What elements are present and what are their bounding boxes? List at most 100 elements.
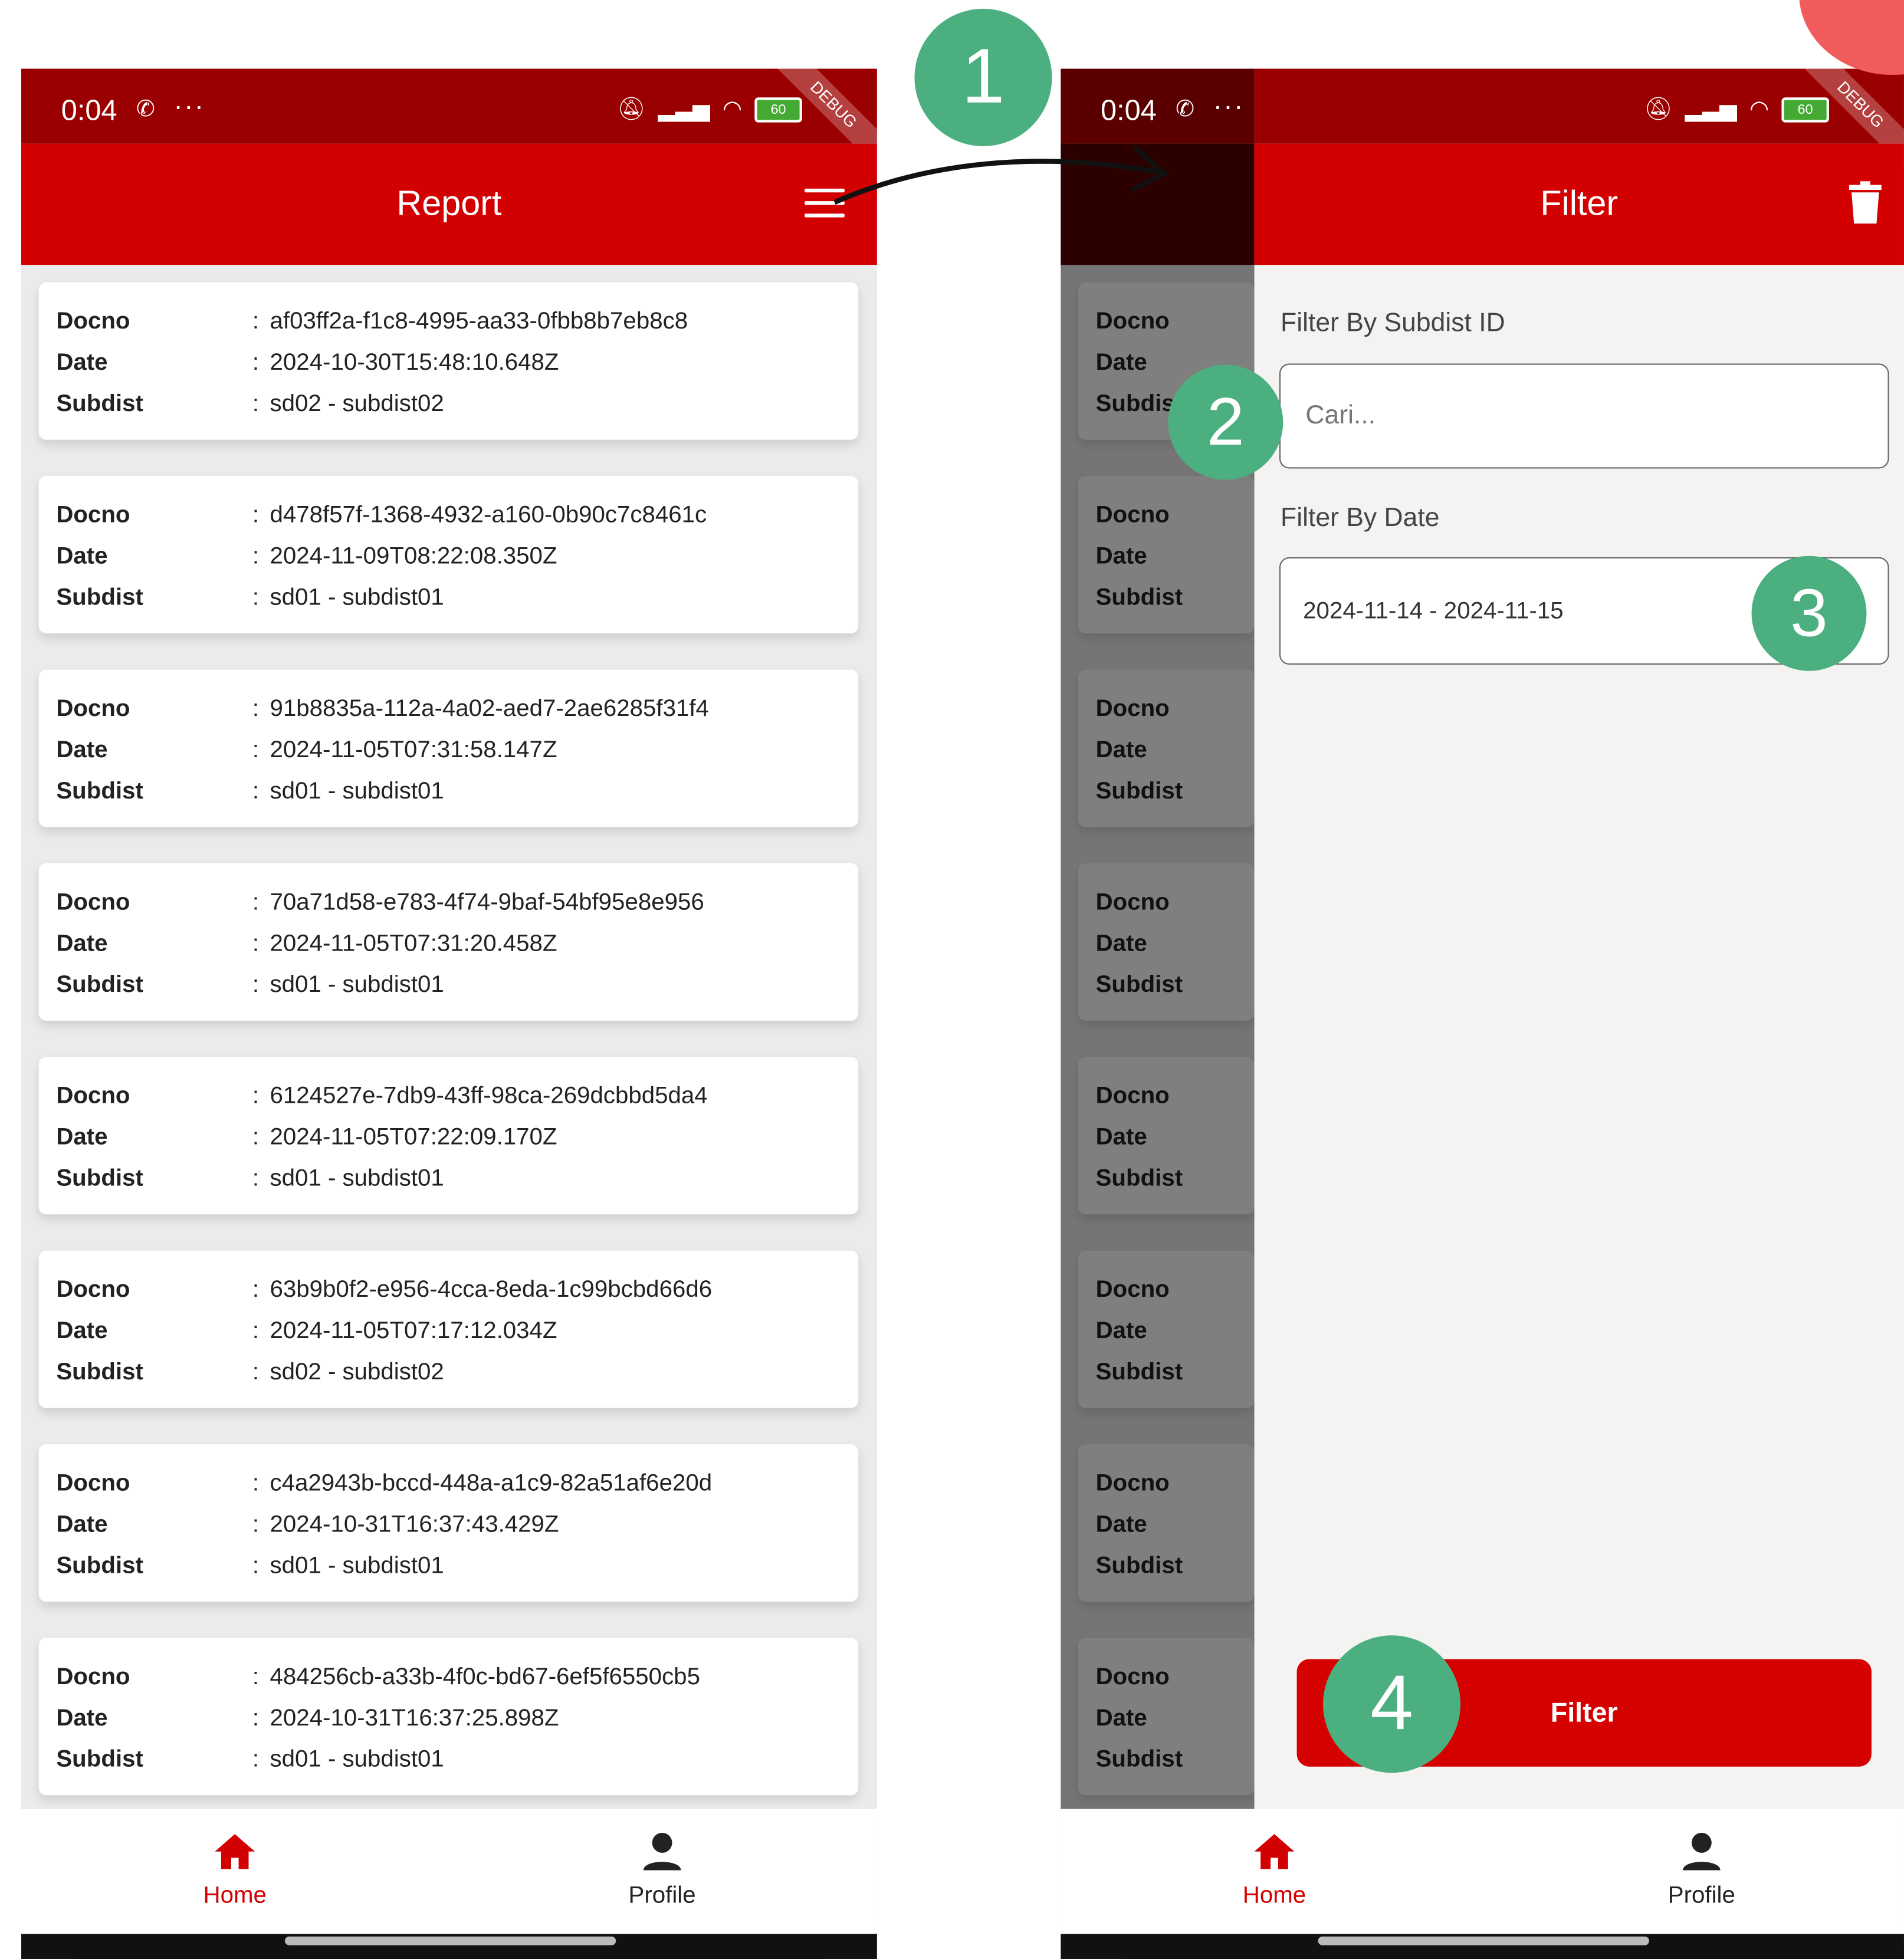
trash-icon[interactable]: [1849, 181, 1882, 224]
field-value: 2024-10-31T16:37:43.429Z: [270, 1511, 559, 1538]
filter-drawer: 🔕︎ ▂▃▅ ◠ 60 DEBUG Filter Filter By Subdi…: [1254, 68, 1904, 1809]
field-value: sd01 - subdist01: [270, 1165, 444, 1192]
field-separator: :: [252, 1318, 260, 1345]
field-value: 91b8835a-112a-4a02-aed7-2ae6285f31f4: [270, 696, 709, 722]
field-label: Docno: [56, 696, 130, 722]
field-value: sd02 - subdist02: [270, 391, 444, 418]
field-label: Subdist: [56, 584, 143, 611]
field-value: 2024-11-05T07:31:20.458Z: [270, 931, 557, 957]
field-separator: :: [252, 696, 260, 722]
mute-icon: 🔕︎: [1644, 96, 1673, 121]
wifi-icon: ◠: [722, 96, 743, 121]
field-value: sd02 - subdist02: [270, 1359, 444, 1386]
field-label: Docno: [56, 308, 130, 335]
report-card[interactable]: Docno: d478f57f-1368-4932-a160-0b90c7c846…: [38, 476, 859, 634]
report-card[interactable]: Docno:6124527e-7db9-43ff-98ca-269dcbbd5d…: [38, 1057, 859, 1215]
field-label: Subdist: [56, 778, 143, 805]
field-label: Date: [56, 1318, 108, 1345]
drawer-app-bar: Filter: [1254, 143, 1904, 265]
field-separator: :: [252, 737, 260, 764]
nav-home[interactable]: Home: [1199, 1832, 1349, 1910]
field-separator: :: [252, 391, 260, 418]
field-value: 2024-11-05T07:31:58.147Z: [270, 737, 557, 764]
field-value: 63b9b0f2-e956-4cca-8eda-1c99bcbd66d6: [270, 1277, 713, 1303]
field-value: sd01 - subdist01: [270, 972, 444, 998]
report-card[interactable]: Docno:484256cb-a33b-4f0c-bd67-6ef5f6550c…: [38, 1638, 859, 1796]
step-badge-3: 3: [1751, 556, 1867, 671]
field-separator: :: [252, 1664, 260, 1691]
field-label: Subdist: [56, 1746, 143, 1773]
field-value: 2024-11-05T07:17:12.034Z: [270, 1318, 557, 1345]
field-value: sd01 - subdist01: [270, 1553, 444, 1579]
field-value: 2024-10-30T15:48:10.648Z: [270, 350, 559, 376]
report-screen: 0:04 ✆ ··· 🔕︎ ▂▃▅ ◠ 60 DEBUG Report Docn…: [21, 68, 877, 1959]
field-separator: :: [252, 1511, 260, 1538]
nav-home-label: Home: [203, 1882, 267, 1909]
bottom-nav: Home Profile: [1061, 1809, 1904, 1934]
gesture-bar: [1061, 1934, 1904, 1959]
report-card[interactable]: Docno:91b8835a-112a-4a02-aed7-2ae6285f31…: [38, 669, 859, 827]
status-icons: 🔕︎ ▂▃▅ ◠ 60: [1644, 96, 1829, 122]
field-separator: :: [252, 1124, 260, 1151]
phone-icon: ✆: [1176, 96, 1195, 121]
field-value: sd01 - subdist01: [270, 778, 444, 805]
date-filter-label: Filter By Date: [1281, 503, 1440, 533]
field-label: Docno: [56, 1664, 130, 1691]
page-title: Report: [396, 183, 502, 223]
signal-icon: ▂▃▅: [1685, 96, 1737, 121]
field-label: Date: [56, 1124, 108, 1151]
field-label: Docno: [56, 889, 130, 916]
wifi-icon: ◠: [1749, 96, 1770, 121]
field-label: Date: [56, 931, 108, 957]
phone-icon: ✆: [136, 96, 155, 121]
subdist-search-input[interactable]: [1303, 399, 1858, 433]
stage: 0:04 ✆ ··· 🔕︎ ▂▃▅ ◠ 60 DEBUG Report Docn…: [0, 0, 1904, 1959]
field-separator: :: [252, 1359, 260, 1386]
field-label: Docno: [56, 1470, 130, 1497]
report-card[interactable]: Docno: af03ff2a-f1c8-4995-aa33-0fbb8b7eb8…: [38, 282, 859, 440]
field-separator: :: [252, 1165, 260, 1192]
nav-profile-label: Profile: [628, 1882, 696, 1909]
field-label: Subdist: [56, 972, 143, 998]
nav-home[interactable]: Home: [160, 1832, 310, 1910]
status-time: 0:04: [61, 93, 117, 126]
field-separator: :: [252, 584, 260, 611]
subdist-filter-label: Filter By Subdist ID: [1281, 308, 1505, 338]
nav-profile[interactable]: Profile: [1627, 1832, 1777, 1910]
drawer-status-bar: 🔕︎ ▂▃▅ ◠ 60 DEBUG: [1254, 68, 1904, 172]
status-time: 0:04: [1101, 93, 1157, 126]
field-label: Docno: [56, 502, 130, 529]
field-label: Subdist: [56, 1359, 143, 1386]
filter-screen: 0:04 ✆ ··· DocnoDateSubdistDocnoDateSubd…: [1061, 68, 1904, 1959]
app-bar: Report: [21, 143, 877, 265]
field-separator: :: [252, 1746, 260, 1773]
report-card[interactable]: Docno:63b9b0f2-e956-4cca-8eda-1c99bcbd66…: [38, 1250, 859, 1408]
step-badge-1: 1: [914, 8, 1052, 146]
more-dots-icon: ···: [173, 90, 205, 121]
person-icon: [643, 1832, 681, 1871]
field-separator: :: [252, 1705, 260, 1732]
field-value: 6124527e-7db9-43ff-98ca-269dcbbd5da4: [270, 1083, 708, 1110]
home-icon: [1254, 1834, 1295, 1869]
nav-profile[interactable]: Profile: [587, 1832, 737, 1910]
person-icon: [1683, 1832, 1721, 1871]
field-label: Date: [56, 1705, 108, 1732]
mute-icon: 🔕︎: [617, 96, 646, 121]
report-card[interactable]: Docno: c4a2943b-bccd-448a-a1c9-82a51af6e2…: [38, 1444, 859, 1602]
field-value: 2024-11-09T08:22:08.350Z: [270, 543, 557, 570]
battery-icon: 60: [1781, 97, 1829, 122]
field-label: Date: [56, 350, 108, 376]
report-card[interactable]: Docno:70a71d58-e783-4f74-9baf-54bf95e8e9…: [38, 863, 859, 1021]
field-label: Subdist: [56, 391, 143, 418]
field-separator: :: [252, 972, 260, 998]
field-label: Subdist: [56, 1553, 143, 1579]
field-label: Date: [56, 543, 108, 570]
nav-profile-label: Profile: [1667, 1882, 1735, 1909]
field-label: Date: [56, 737, 108, 764]
more-dots-icon: ···: [1213, 90, 1245, 121]
subdist-field[interactable]: [1279, 363, 1889, 469]
field-separator: :: [252, 308, 260, 335]
corner-decoration: [1799, 0, 1904, 75]
field-value: sd01 - subdist01: [270, 584, 444, 611]
signal-icon: ▂▃▅: [658, 96, 710, 121]
